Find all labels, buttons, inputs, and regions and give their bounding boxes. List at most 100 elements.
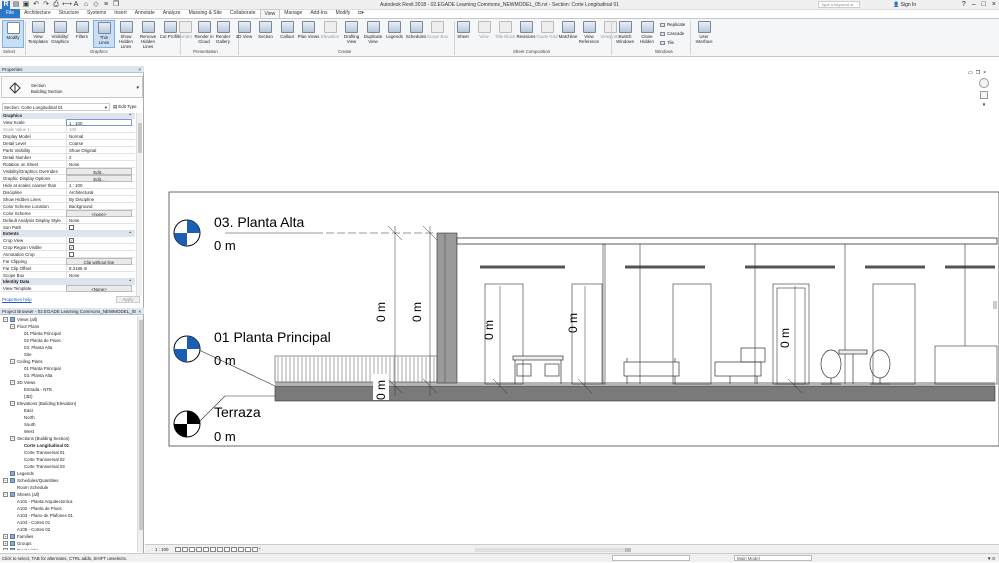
- browser-item[interactable]: 03. Planta Alta: [0, 344, 137, 351]
- level-elevation[interactable]: 0 m: [214, 429, 236, 444]
- hide-isolate-icon[interactable]: [231, 547, 237, 552]
- tab-file[interactable]: File: [0, 9, 21, 18]
- browser-item[interactable]: A105 - Cortes 02: [0, 526, 137, 533]
- reveal-hidden-icon[interactable]: [238, 547, 244, 552]
- property-value[interactable]: 1 : 100: [66, 119, 132, 126]
- level-head-terraza[interactable]: [173, 410, 201, 438]
- elevation-button[interactable]: Elevation: [319, 20, 341, 48]
- tab-manage[interactable]: Manage: [280, 9, 306, 18]
- title-block-button[interactable]: Title Block: [494, 20, 516, 48]
- browser-item[interactable]: + Families: [0, 533, 137, 540]
- crop-region[interactable]: [168, 191, 999, 447]
- level-head-03-planta-alta[interactable]: [173, 219, 201, 247]
- browser-item[interactable]: A104 - Cortes 01: [0, 519, 137, 526]
- browser-item[interactable]: East: [0, 407, 137, 414]
- workset-selector[interactable]: [612, 555, 690, 561]
- browser-item[interactable]: Corte Transversal 02: [0, 456, 137, 463]
- tile-button[interactable]: Tile: [660, 40, 674, 45]
- browser-item[interactable]: A102 - Planta de Pisos: [0, 505, 137, 512]
- dimension-label[interactable]: 0 m: [374, 302, 388, 322]
- property-button[interactable]: <none>: [66, 210, 132, 217]
- close-icon[interactable]: ×: [136, 308, 141, 314]
- zoom-icon[interactable]: [980, 91, 988, 99]
- property-value[interactable]: None: [66, 272, 132, 279]
- section-button[interactable]: Section: [255, 20, 277, 48]
- browser-item[interactable]: − Floor Plans: [0, 323, 137, 330]
- visibility-graphics-button[interactable]: Visibility/ Graphics: [49, 20, 71, 48]
- edit-type-button[interactable]: ▤ Edit Type: [113, 103, 137, 111]
- collapse-icon[interactable]: −: [3, 478, 8, 484]
- tab-add-ins[interactable]: Add-Ins: [306, 9, 331, 18]
- scope-box-button[interactable]: Scope Box: [427, 20, 449, 48]
- partitions[interactable]: [484, 243, 998, 385]
- browser-item[interactable]: −3D Views: [0, 379, 137, 386]
- checkbox-checked-icon[interactable]: ✓: [69, 245, 74, 250]
- browser-item[interactable]: 02 Planta de Pisos: [0, 337, 137, 344]
- select-panel-label[interactable]: Select: [3, 49, 15, 54]
- measure-icon[interactable]: ⟷: [62, 1, 72, 9]
- thin-lines-button[interactable]: Thin Lines: [93, 20, 115, 48]
- remove-hidden-lines-button[interactable]: Remove Hidden Lines: [137, 20, 159, 49]
- tab-architecture[interactable]: Architecture: [20, 9, 55, 18]
- tab-analyze[interactable]: Analyze: [159, 9, 185, 18]
- browser-item[interactable]: {3D}: [0, 393, 137, 400]
- expand-icon[interactable]: +: [3, 541, 8, 547]
- help-search-input[interactable]: Type a keyword or phrase: [818, 1, 860, 13]
- browser-item[interactable]: − Views (all): [0, 316, 137, 323]
- furniture[interactable]: [512, 347, 891, 385]
- detail-level-icon[interactable]: [175, 547, 181, 552]
- tab-collaborate[interactable]: Collaborate: [226, 9, 260, 18]
- drafting-view-button[interactable]: Drafting View: [341, 20, 363, 48]
- property-value[interactable]: 8.3185 m: [66, 265, 132, 272]
- collapse-icon[interactable]: −: [10, 359, 15, 365]
- thin-lines-icon[interactable]: ≡: [102, 1, 110, 9]
- collapse-icon[interactable]: −: [10, 324, 15, 330]
- property-button[interactable]: Clip without line: [66, 258, 132, 265]
- crop-view-icon[interactable]: [210, 547, 216, 552]
- drawing-canvas[interactable]: 03. Planta Alta 0 m 01 Planta Principal …: [145, 66, 999, 544]
- minimize-icon[interactable]: –: [972, 0, 976, 10]
- expand-icon[interactable]: +: [3, 548, 8, 550]
- browser-item[interactable]: Corte Transversal 03: [0, 463, 137, 470]
- instance-selector[interactable]: Section: Corte Longitudinal 01 ▾: [2, 103, 110, 111]
- level-elevation[interactable]: 0 m: [214, 353, 236, 368]
- browser-item[interactable]: West: [0, 428, 137, 435]
- help-icon[interactable]: ?: [962, 0, 966, 10]
- level-name[interactable]: 01 Planta Principal: [214, 329, 331, 345]
- render-gallery-button[interactable]: Render Gallery: [212, 20, 234, 48]
- property-checkbox[interactable]: [66, 224, 132, 231]
- browser-item[interactable]: Legends: [0, 470, 137, 477]
- property-value[interactable]: Background: [66, 203, 132, 210]
- browser-item[interactable]: − Sheets (all): [0, 491, 137, 498]
- dimension-label[interactable]: 0 m: [482, 320, 496, 340]
- render-icon[interactable]: [203, 547, 209, 552]
- chevron-down-icon[interactable]: ▾: [976, 102, 992, 108]
- tab-structure[interactable]: Structure: [55, 9, 83, 18]
- redo-icon[interactable]: ↷: [42, 1, 50, 9]
- properties-help-link[interactable]: Properties help: [2, 296, 32, 304]
- tab-modify[interactable]: Modify: [332, 9, 355, 18]
- view-button[interactable]: View: [473, 20, 495, 48]
- browser-item[interactable]: North: [0, 414, 137, 421]
- property-value[interactable]: Architectural: [66, 189, 132, 196]
- browser-item[interactable]: South: [0, 421, 137, 428]
- canvas-vertical-scrollbar[interactable]: [992, 66, 998, 544]
- section-view-drawing[interactable]: 03. Planta Alta 0 m 01 Planta Principal …: [145, 66, 999, 544]
- design-option-selector[interactable]: Main Model: [734, 555, 812, 561]
- browser-item[interactable]: − Sections (Building Section): [0, 435, 137, 442]
- revit-logo-icon[interactable]: R: [2, 1, 10, 9]
- user-interface-button[interactable]: User Interface: [693, 20, 715, 48]
- plan-views-button[interactable]: Plan Views: [298, 20, 320, 48]
- checkbox-checked-icon[interactable]: ✓: [69, 238, 74, 243]
- visual-style-icon[interactable]: [182, 547, 188, 552]
- property-value[interactable]: None: [66, 217, 132, 224]
- close-icon[interactable]: ×: [138, 66, 141, 73]
- property-button[interactable]: Edit...: [66, 175, 132, 182]
- tab-annotate[interactable]: Annotate: [131, 9, 159, 18]
- type-selector[interactable]: Section Building Section ▾: [1, 76, 143, 98]
- callout-button[interactable]: Callout: [276, 20, 298, 48]
- tab-systems[interactable]: Systems: [83, 9, 110, 18]
- property-value[interactable]: 2: [66, 154, 132, 161]
- temporary-properties-icon[interactable]: [245, 547, 251, 552]
- apply-button[interactable]: Apply: [116, 296, 140, 303]
